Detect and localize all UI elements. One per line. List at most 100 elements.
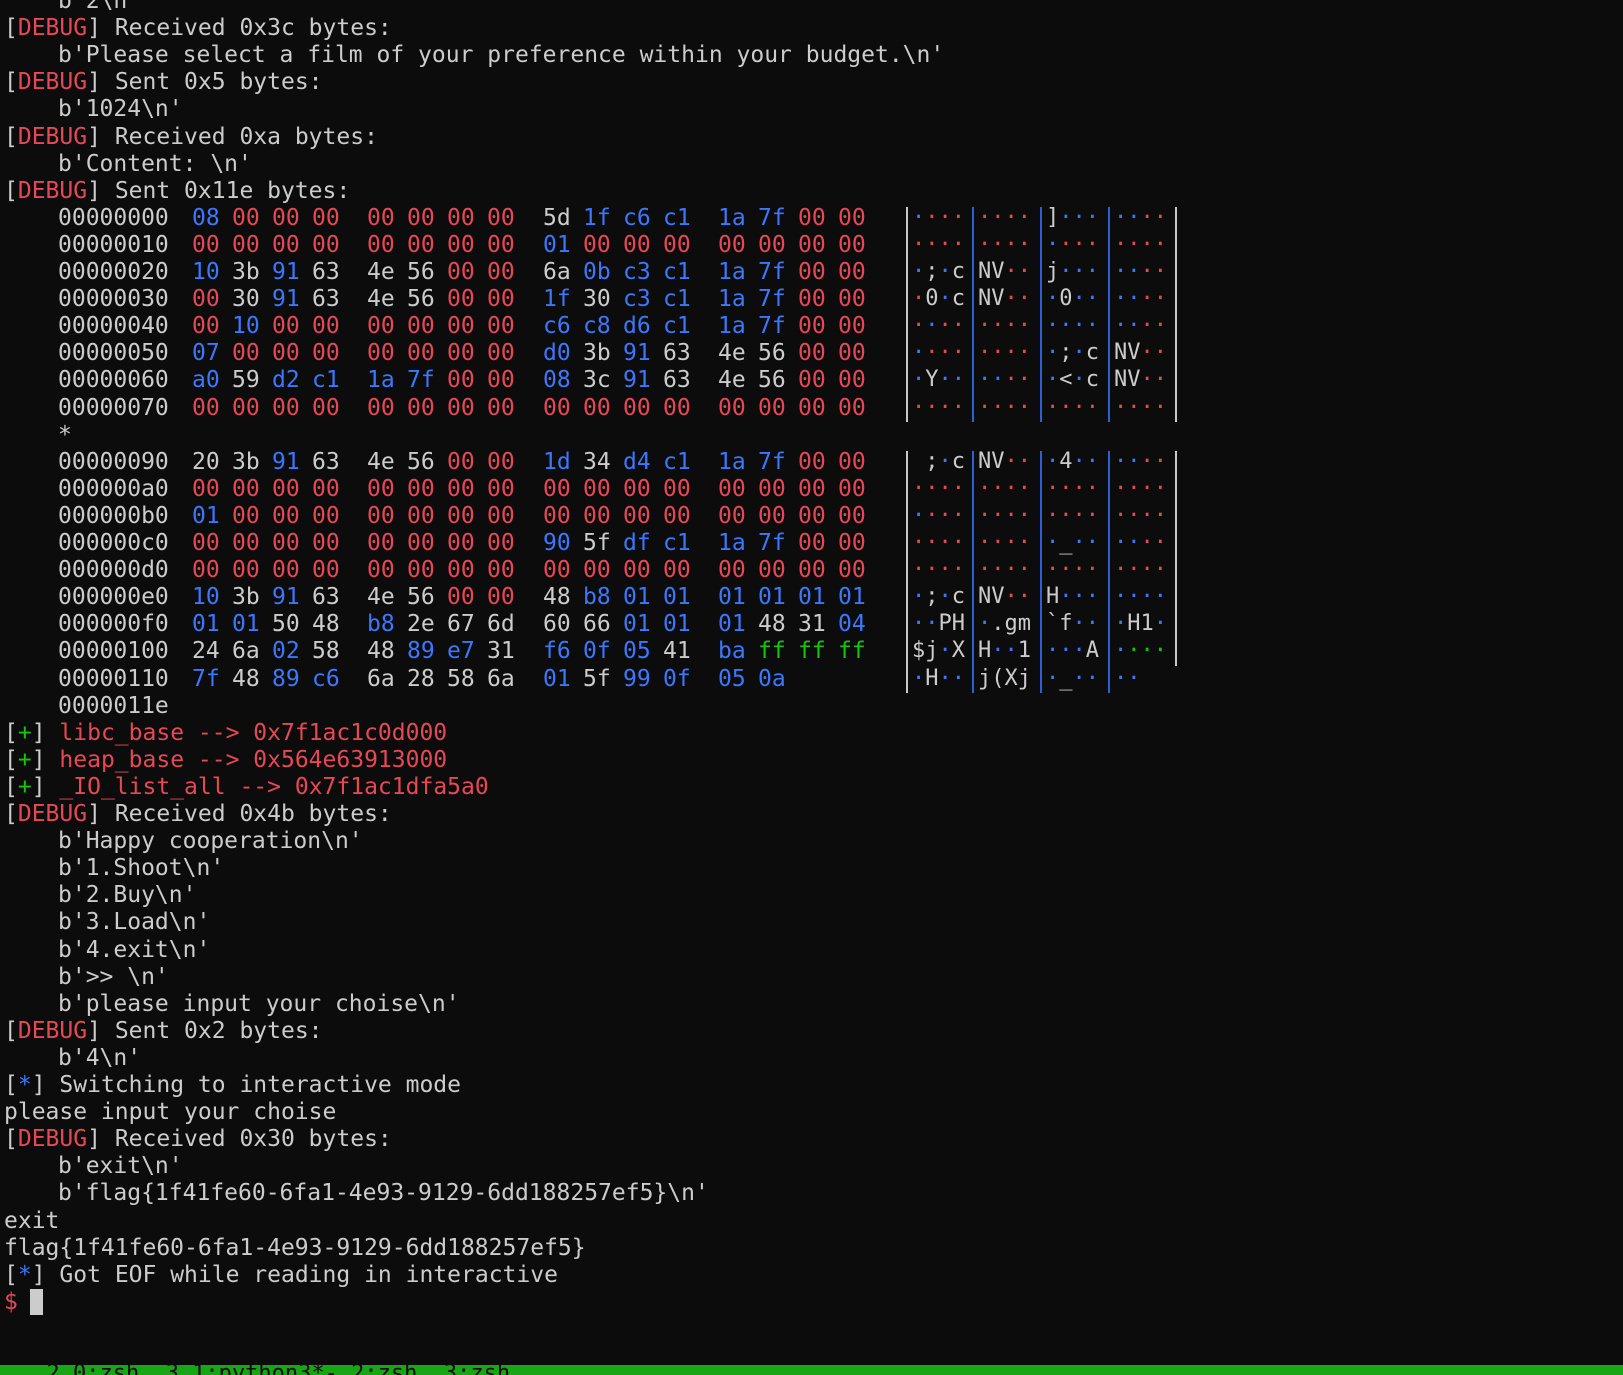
hex-byte: 00 <box>312 232 340 258</box>
hex-byte: 48 <box>312 611 340 637</box>
hex-byte: 00 <box>623 557 651 583</box>
star-tag: * <box>17 1072 32 1098</box>
hex-byte: 07 <box>192 340 220 366</box>
hex-byte: 00 <box>232 557 260 583</box>
ascii-column: NV·· <box>1114 367 1167 392</box>
hex-byte: 00 <box>192 530 220 556</box>
hex-byte: 28 <box>407 666 435 692</box>
hex-byte: 00 <box>663 557 691 583</box>
hexdump-row: * <box>58 421 1558 449</box>
hex-byte: 91 <box>272 449 300 475</box>
ascii-column: H··· <box>1046 584 1099 609</box>
hexdump-row: 00000000 08 00 00 00 00 00 00 00 5d 1f c6 c1 1a 7f 00 00 <box>58 204 1558 232</box>
hex-byte: c1 <box>663 313 691 339</box>
ascii-column: ···· <box>978 503 1031 528</box>
hex-byte: 00 <box>663 395 691 421</box>
hex-byte: 3b <box>232 259 260 285</box>
hex-byte: 00 <box>487 557 515 583</box>
hex-byte: 6a <box>232 638 260 664</box>
ascii-column: ···· <box>1114 638 1167 663</box>
hexdump-row: 00000090 20 3b 91 63 4e 56 00 00 1d 34 d4 c1 1a 7f 00 00 <box>58 448 1558 476</box>
hex-byte: 00 <box>192 286 220 312</box>
hex-byte: 00 <box>583 503 611 529</box>
hex-byte: e7 <box>447 638 475 664</box>
ascii-column: ···· <box>978 476 1031 501</box>
ascii-column: ···· <box>978 367 1031 392</box>
hex-byte: c1 <box>663 205 691 231</box>
shell-prompt[interactable]: $ <box>4 1288 18 1316</box>
ascii-column: ···· <box>1114 476 1167 501</box>
debug-tag: DEBUG <box>17 124 88 150</box>
hex-byte: 00 <box>798 313 826 339</box>
hex-byte: 7f <box>758 530 786 556</box>
ascii-column: ·_·· <box>1046 666 1099 691</box>
ascii-column: ···· <box>1114 584 1167 609</box>
hex-offset: 00000010 <box>58 232 169 258</box>
hex-byte: 00 <box>447 313 475 339</box>
hex-offset: 00000090 <box>58 449 169 475</box>
ascii-column: ···· <box>912 557 965 582</box>
hex-byte: 00 <box>312 476 340 502</box>
hex-byte: 04 <box>838 611 866 637</box>
hex-byte: 00 <box>487 286 515 312</box>
hex-byte: 00 <box>663 503 691 529</box>
star-line: [*] Switching to interactive mode <box>4 1072 461 1098</box>
hex-byte: 08 <box>192 205 220 231</box>
hex-offset: * <box>58 422 72 448</box>
hex-byte: 00 <box>663 232 691 258</box>
hex-byte: 3b <box>232 449 260 475</box>
hex-byte: 63 <box>312 259 340 285</box>
hex-byte: 56 <box>407 259 435 285</box>
debug-tag: DEBUG <box>17 801 88 827</box>
hex-byte: c3 <box>623 259 651 285</box>
hex-byte: 01 <box>543 232 571 258</box>
ascii-column: ··PH <box>912 611 965 636</box>
ascii-column: ···· <box>978 205 1031 230</box>
debug-tag: DEBUG <box>17 1018 88 1044</box>
hex-byte: 00 <box>367 503 395 529</box>
hex-byte: 00 <box>272 557 300 583</box>
hex-byte: 00 <box>798 530 826 556</box>
result-value: 0x564e63913000 <box>253 747 448 773</box>
hex-offset: 00000040 <box>58 313 169 339</box>
ascii-column: ·;·c <box>912 259 965 284</box>
hex-byte: 00 <box>447 584 475 610</box>
hex-byte: 01 <box>192 611 220 637</box>
hex-byte: ff <box>758 638 786 664</box>
hexdump-row: 00000020 10 3b 91 63 4e 56 00 00 6a 0b c3 c1 1a 7f 00 00 <box>58 258 1558 286</box>
hex-byte: 00 <box>272 395 300 421</box>
star-line: [*] Got EOF while reading in interactive <box>4 1262 558 1288</box>
hex-byte: 7f <box>192 666 220 692</box>
hex-byte: 00 <box>487 395 515 421</box>
hex-byte: 41 <box>663 638 691 664</box>
hex-byte: 00 <box>312 205 340 231</box>
plus-tag: + <box>17 747 32 773</box>
hex-byte: 00 <box>407 503 435 529</box>
output-line: b'exit\n' <box>58 1153 183 1179</box>
hex-byte: c1 <box>312 367 340 393</box>
result-value: 0x7f1ac1dfa5a0 <box>294 774 489 800</box>
hex-byte: c1 <box>663 286 691 312</box>
hex-byte: 1a <box>718 286 746 312</box>
hex-byte: 00 <box>312 313 340 339</box>
hex-byte: 30 <box>583 286 611 312</box>
ascii-column: ·;·c <box>912 584 965 609</box>
ascii-column: NV·· <box>978 259 1031 284</box>
terminal-window[interactable]: b'2\n' [DEBUG] Received 0x3c bytes: b'Plea… <box>0 0 1623 1375</box>
hex-byte: 5f <box>583 530 611 556</box>
result-arrow: --> <box>225 774 295 800</box>
hex-byte: 48 <box>543 584 571 610</box>
plus-tag: + <box>17 774 32 800</box>
hexdump-row: 000000d0 00 00 00 00 00 00 00 00 00 00 00 00 00 00 00 00 <box>58 556 1558 584</box>
hex-byte: 00 <box>407 205 435 231</box>
hex-byte: 00 <box>192 557 220 583</box>
ascii-column: ···· <box>1046 476 1099 501</box>
hex-byte: 4e <box>367 584 395 610</box>
ascii-divider <box>972 207 974 422</box>
ascii-divider <box>1175 207 1177 422</box>
output-line: b'Please select a film of your preferenc… <box>58 42 945 68</box>
tmux-status-bar[interactable]: 2 0:zsh 3 1:python3*- 2:zsh 3:zsh <box>0 1365 1623 1375</box>
hex-byte: 4e <box>367 286 395 312</box>
result-line: [+] _IO_list_all --> 0x7f1ac1dfa5a0 <box>4 774 489 800</box>
hex-byte: 00 <box>447 286 475 312</box>
